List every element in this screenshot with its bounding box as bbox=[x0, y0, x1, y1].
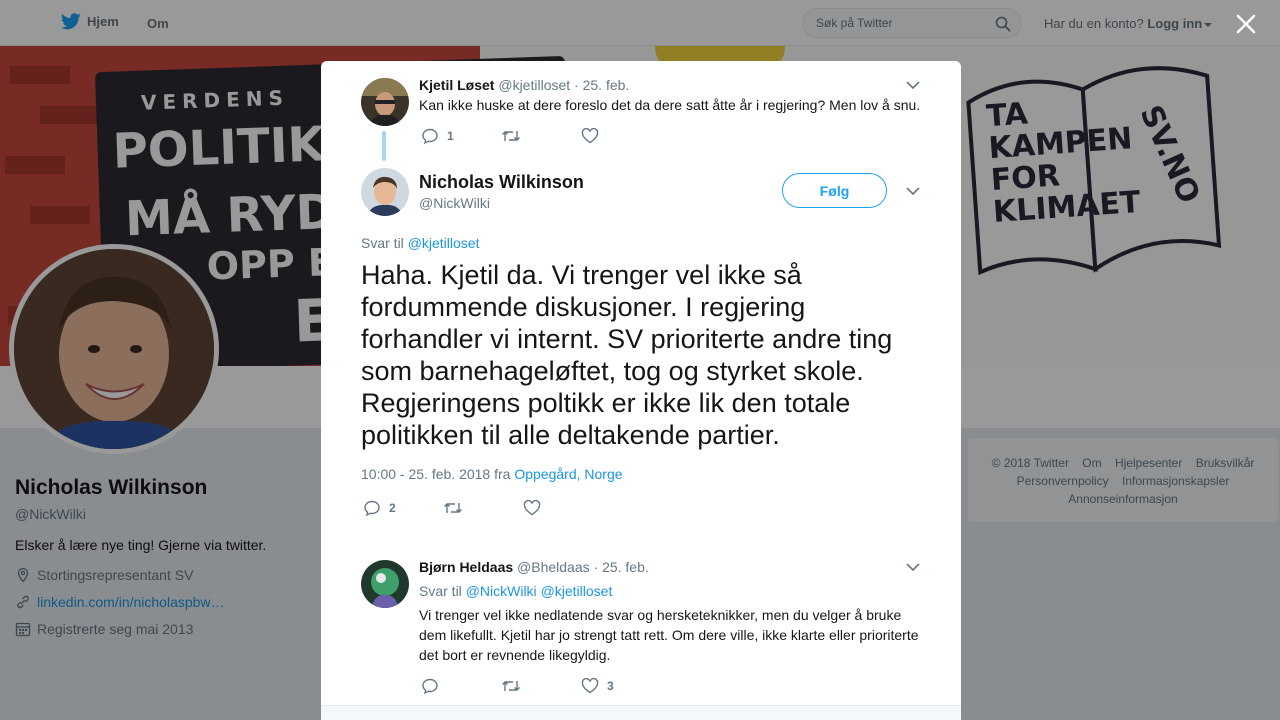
main-tweet-location[interactable]: Oppegård, Norge bbox=[514, 466, 622, 482]
parent-author-name[interactable]: Kjetil Løset bbox=[419, 77, 494, 93]
reply-mention-2[interactable]: @kjetilloset bbox=[541, 583, 613, 599]
parent-reply-button[interactable]: 1 bbox=[421, 127, 501, 145]
retweet-icon bbox=[502, 681, 520, 691]
chevron-down-icon[interactable] bbox=[906, 562, 920, 572]
bjorn-avatar[interactable] bbox=[361, 560, 409, 608]
chevron-down-icon[interactable] bbox=[906, 186, 920, 196]
reply-icon bbox=[364, 500, 380, 517]
reply-icon bbox=[422, 678, 438, 695]
main-tweet-text: Haha. Kjetil da. Vi trenger vel ikke så … bbox=[361, 260, 893, 450]
parent-reply-count: 1 bbox=[447, 129, 454, 143]
thread-connector bbox=[382, 131, 386, 161]
kjetil-avatar[interactable] bbox=[361, 78, 409, 126]
parent-tweet-text: Kan ikke huske at dere foreslo det da de… bbox=[419, 97, 921, 113]
reply-tweet-actions: 3 bbox=[421, 677, 661, 695]
bjorn-photo bbox=[361, 560, 409, 608]
modal-bottom-strip bbox=[321, 705, 961, 720]
main-tweet-timestamp[interactable]: 10:00 - 25. feb. 2018 fra bbox=[361, 466, 510, 482]
main-reply-button[interactable]: 2 bbox=[363, 499, 443, 517]
close-icon[interactable] bbox=[1234, 12, 1258, 36]
parent-tweet-actions: 1 bbox=[421, 127, 661, 145]
main-author-name[interactable]: Nicholas Wilkinson bbox=[419, 172, 584, 193]
heart-icon bbox=[581, 678, 599, 694]
nicholas-photo bbox=[361, 168, 409, 216]
main-tweet-timestamp-row: 10:00 - 25. feb. 2018 fra Oppegård, Norg… bbox=[361, 466, 623, 482]
main-author-handle[interactable]: @NickWilki bbox=[419, 195, 490, 211]
retweet-icon bbox=[502, 131, 520, 141]
nicholas-avatar[interactable] bbox=[361, 168, 409, 216]
main-reply-count: 2 bbox=[389, 501, 396, 515]
main-tweet-actions: 2 bbox=[363, 499, 603, 517]
kjetil-photo bbox=[361, 78, 409, 126]
main-reply-context: Svar til @kjetilloset bbox=[361, 235, 479, 251]
heart-icon bbox=[523, 500, 541, 516]
heart-icon bbox=[581, 128, 599, 144]
reply-mention-1[interactable]: @NickWilki bbox=[466, 583, 537, 599]
retweet-icon bbox=[444, 503, 462, 513]
chevron-down-icon[interactable] bbox=[906, 80, 920, 90]
reply-icon bbox=[422, 128, 438, 145]
parent-like-button[interactable] bbox=[581, 128, 661, 144]
reply-reply-prefix: Svar til bbox=[419, 583, 462, 599]
reply-tweet-header: Bjørn Heldaas @Bheldaas · 25. feb. bbox=[419, 559, 649, 575]
follow-button[interactable]: Følg bbox=[782, 173, 887, 208]
reply-retweet-button[interactable] bbox=[501, 678, 581, 694]
reply-reply-context: Svar til @NickWilki @kjetilloset bbox=[419, 583, 612, 599]
tweet-permalink-modal: Kjetil Løset @kjetilloset · 25. feb. Kan… bbox=[321, 61, 961, 720]
reply-author-handle[interactable]: @Bheldaas bbox=[517, 559, 590, 575]
reply-tweet-text: Vi trenger vel ikke nedlatende svar og h… bbox=[419, 607, 919, 663]
reply-author-name[interactable]: Bjørn Heldaas bbox=[419, 559, 513, 575]
main-like-button[interactable] bbox=[523, 500, 603, 516]
main-reply-mention[interactable]: @kjetilloset bbox=[408, 235, 480, 251]
main-retweet-button[interactable] bbox=[443, 500, 523, 516]
reply-tweet-date[interactable]: · 25. feb. bbox=[594, 559, 649, 575]
parent-author-handle[interactable]: @kjetilloset bbox=[498, 77, 570, 93]
parent-tweet-date[interactable]: · 25. feb. bbox=[574, 77, 629, 93]
reply-like-button[interactable]: 3 bbox=[581, 678, 661, 694]
reply-reply-button[interactable] bbox=[421, 677, 501, 695]
reply-like-count: 3 bbox=[607, 679, 614, 693]
parent-retweet-button[interactable] bbox=[501, 128, 581, 144]
parent-tweet-header: Kjetil Løset @kjetilloset · 25. feb. bbox=[419, 77, 629, 93]
main-reply-prefix: Svar til bbox=[361, 235, 404, 251]
